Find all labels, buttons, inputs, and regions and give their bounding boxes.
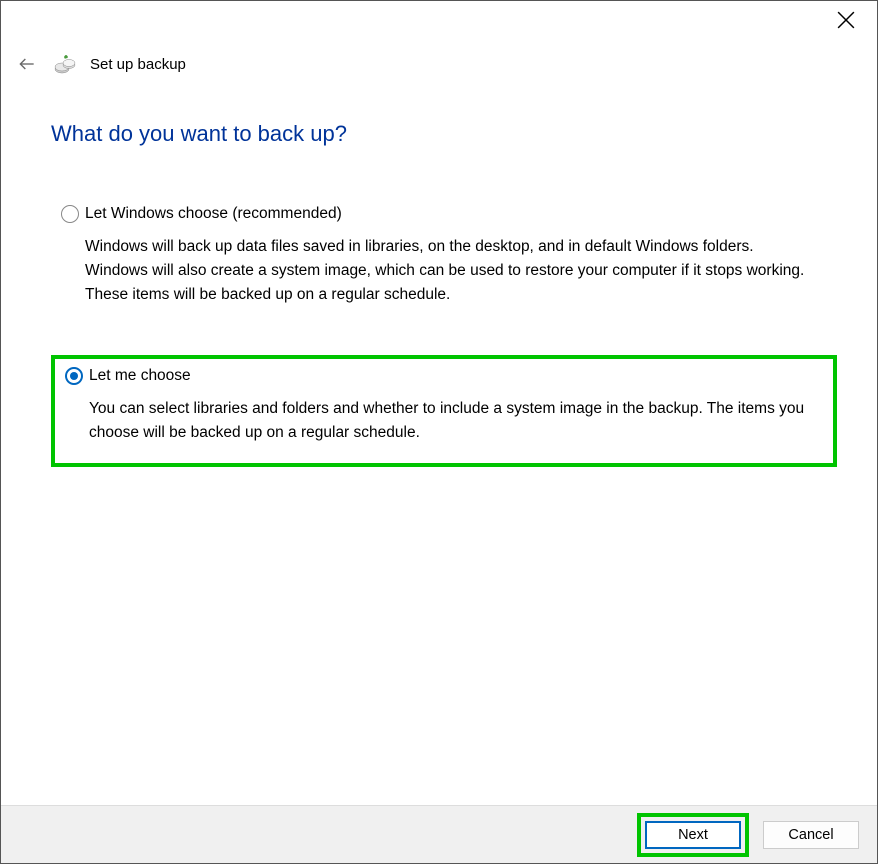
- next-button-highlight: Next: [637, 813, 749, 857]
- back-button[interactable]: [16, 53, 38, 75]
- next-button[interactable]: Next: [645, 821, 741, 849]
- radio-windows-choose[interactable]: [61, 205, 79, 223]
- wizard-header: Set up backup: [16, 53, 186, 75]
- back-arrow-icon: [17, 54, 37, 74]
- radio-desc-windows-choose: Windows will back up data files saved in…: [85, 235, 817, 307]
- cancel-button[interactable]: Cancel: [763, 821, 859, 849]
- wizard-title: Set up backup: [90, 56, 186, 73]
- option-let-me-choose[interactable]: Let me choose You can select libraries a…: [51, 355, 837, 467]
- footer-bar: Next Cancel: [1, 805, 877, 863]
- close-button[interactable]: [837, 11, 857, 31]
- backup-wizard-icon: [54, 53, 78, 75]
- close-icon: [837, 11, 855, 29]
- radio-desc-let-me-choose: You can select libraries and folders and…: [89, 397, 813, 445]
- radio-label-windows-choose: Let Windows choose (recommended): [85, 205, 342, 223]
- option-windows-choose[interactable]: Let Windows choose (recommended) Windows…: [51, 197, 837, 325]
- radio-label-let-me-choose: Let me choose: [89, 367, 191, 385]
- page-heading: What do you want to back up?: [51, 121, 837, 147]
- radio-let-me-choose[interactable]: [65, 367, 83, 385]
- content-area: What do you want to back up? Let Windows…: [51, 121, 837, 477]
